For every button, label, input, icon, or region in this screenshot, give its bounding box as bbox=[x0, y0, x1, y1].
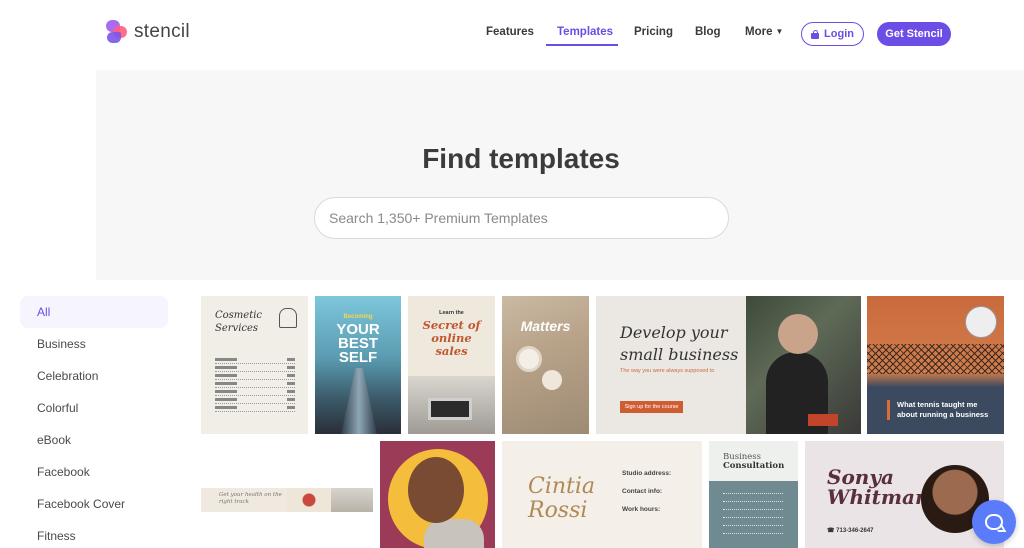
login-label: Login bbox=[824, 28, 854, 40]
phone-number: ☎ 713-346-2647 bbox=[827, 528, 874, 534]
template-title-bottom: Consultation bbox=[723, 461, 785, 471]
search-input[interactable] bbox=[329, 210, 709, 226]
template-title: Cosmetic Services bbox=[215, 310, 263, 334]
active-tab-indicator bbox=[546, 44, 618, 46]
phone-number-value: 713-346-2647 bbox=[836, 528, 874, 534]
get-stencil-button[interactable]: Get Stencil bbox=[877, 22, 951, 46]
nav-more[interactable]: More ▼ bbox=[745, 26, 783, 38]
nav-pricing[interactable]: Pricing bbox=[634, 26, 673, 38]
hero-background bbox=[96, 70, 1024, 280]
category-colorful[interactable]: Colorful bbox=[20, 392, 168, 424]
info-label-address: Studio address: bbox=[622, 470, 672, 477]
login-button[interactable]: Login bbox=[801, 22, 864, 46]
category-celebration[interactable]: Celebration bbox=[20, 360, 168, 392]
template-card-cintia-rossi[interactable]: Cintia Rossi Studio address: Contact inf… bbox=[502, 441, 702, 548]
category-facebook-cover[interactable]: Facebook Cover bbox=[20, 488, 168, 520]
template-card-health[interactable]: Get your health on the right track bbox=[201, 488, 373, 512]
nav-templates[interactable]: Templates bbox=[557, 26, 613, 38]
skyscraper-image bbox=[341, 368, 377, 434]
tennis-net-image bbox=[867, 344, 1004, 374]
template-title: Develop your small business bbox=[620, 323, 739, 364]
chat-button[interactable] bbox=[972, 500, 1016, 544]
tennis-badge-icon bbox=[965, 306, 997, 338]
info-label-contact: Contact info: bbox=[622, 488, 663, 495]
accent-bar bbox=[887, 400, 890, 420]
template-card-best-self[interactable]: Becoming YOUR BEST SELF bbox=[315, 296, 401, 434]
category-facebook[interactable]: Facebook bbox=[20, 456, 168, 488]
chat-bubble-icon bbox=[985, 514, 1003, 530]
template-title: What tennis taught me about running a bu… bbox=[897, 400, 989, 419]
laptop-image bbox=[428, 398, 472, 420]
template-kicker: Learn the bbox=[439, 310, 464, 316]
template-card-business-consultation[interactable]: Business Consultation bbox=[709, 441, 798, 548]
book-image bbox=[808, 414, 838, 426]
nav-more-label: More bbox=[745, 26, 773, 38]
category-fitness[interactable]: Fitness bbox=[20, 520, 168, 548]
template-card-tennis[interactable]: What tennis taught me about running a bu… bbox=[867, 296, 1004, 434]
template-title: Cintia Rossi bbox=[528, 474, 596, 523]
template-kicker: Becoming bbox=[343, 314, 373, 320]
nav-features[interactable]: Features bbox=[486, 26, 534, 38]
category-ebook[interactable]: eBook bbox=[20, 424, 168, 456]
kitchen-photo bbox=[331, 488, 373, 512]
contact-info: Studio address: Contact info: Work hours… bbox=[622, 467, 671, 513]
info-label-hours: Work hours: bbox=[622, 506, 661, 513]
nav-blog[interactable]: Blog bbox=[695, 26, 721, 38]
template-card-matters[interactable]: Matters bbox=[502, 296, 589, 434]
template-tagline: The way you were always supposed to bbox=[620, 368, 715, 374]
template-title: Matters bbox=[520, 318, 571, 334]
template-card-portrait[interactable] bbox=[380, 441, 495, 548]
page-title: Find templates bbox=[422, 143, 620, 174]
main-nav: Features Templates Pricing Blog More ▼ bbox=[0, 20, 1024, 46]
template-title: YOUR BEST SELF bbox=[336, 321, 380, 366]
coffee-cup-image bbox=[516, 346, 542, 372]
smiling-woman-photo bbox=[408, 457, 464, 523]
person-head-image bbox=[778, 314, 818, 354]
caret-down-icon: ▼ bbox=[775, 27, 784, 36]
price-band bbox=[709, 481, 798, 548]
template-card-small-business[interactable]: Develop your small business The way you … bbox=[596, 296, 861, 434]
category-sidebar: All Business Celebration Colorful eBook … bbox=[20, 296, 168, 548]
plant-icon bbox=[279, 308, 297, 328]
saucer-image bbox=[542, 370, 562, 390]
page: stencil Features Templates Pricing Blog … bbox=[0, 0, 1024, 548]
template-cta: Sign up for the course bbox=[620, 401, 683, 413]
price-list bbox=[215, 356, 295, 412]
template-card-online-sales[interactable]: Learn the Secret of online sales bbox=[408, 296, 495, 434]
shirt-image bbox=[424, 519, 484, 548]
category-business[interactable]: Business bbox=[20, 328, 168, 360]
search-bar bbox=[314, 197, 729, 239]
lock-icon bbox=[811, 29, 820, 39]
template-card-cosmetic-services[interactable]: Cosmetic Services bbox=[201, 296, 308, 434]
template-title: Business Consultation bbox=[723, 453, 784, 471]
template-title: Sonya Whitman bbox=[827, 465, 930, 509]
template-title: Get your health on the right track bbox=[219, 492, 282, 505]
category-all[interactable]: All bbox=[20, 296, 168, 328]
fruit-bowl-photo bbox=[287, 488, 331, 512]
template-title: Secret of online sales bbox=[422, 318, 481, 358]
